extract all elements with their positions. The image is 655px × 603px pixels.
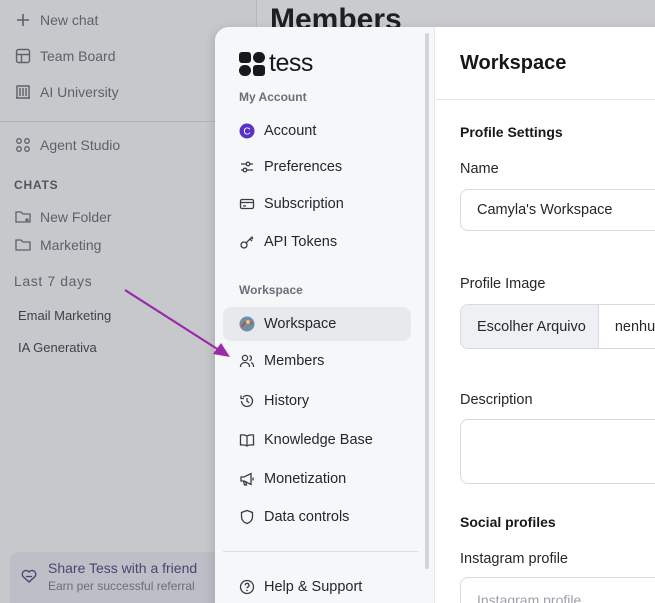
chat-item-ia-generativa[interactable]: IA Generativa [18, 340, 97, 355]
nav-item-label: Account [264, 123, 317, 139]
nav-item-members[interactable]: Members [223, 344, 411, 378]
name-input[interactable]: Camyla's Workspace [460, 189, 655, 231]
team-board-label: Team Board [40, 48, 116, 64]
nav-item-data-controls[interactable]: Data controls [223, 500, 411, 534]
nav-item-label: Data controls [264, 509, 350, 525]
sliders-icon [239, 159, 255, 175]
users-icon [239, 353, 255, 369]
folder-marketing-label: Marketing [40, 237, 102, 253]
nav-item-help-support[interactable]: Help & Support [223, 570, 411, 603]
instagram-input[interactable]: Instagram profile [460, 577, 655, 603]
my-account-caption: My Account [239, 90, 307, 104]
nav-item-api-tokens[interactable]: API Tokens [223, 225, 411, 259]
nav-item-subscription[interactable]: Subscription [223, 187, 411, 221]
ai-university-label: AI University [40, 84, 119, 100]
nav-item-monetization[interactable]: Monetization [223, 462, 411, 496]
tess-logo: tess [239, 49, 313, 78]
svg-text:C: C [243, 127, 250, 138]
nav-item-label: API Tokens [264, 234, 338, 250]
share-subtitle: Earn per successful referral [48, 579, 195, 593]
folder-plus-icon [15, 211, 31, 223]
last-7-days-caption: Last 7 days [14, 273, 93, 289]
choose-file-button[interactable]: Escolher Arquivo [461, 305, 599, 348]
heart-share-icon [21, 569, 37, 583]
name-label: Name [460, 161, 499, 177]
agent-studio-link[interactable]: Agent Studio [14, 136, 120, 154]
megaphone-icon [239, 471, 255, 487]
plus-icon [17, 14, 29, 26]
description-label: Description [460, 392, 533, 408]
nav-item-workspace[interactable]: Workspace [223, 307, 411, 341]
new-folder-label: New Folder [40, 209, 112, 225]
history-icon [239, 393, 255, 409]
university-icon [16, 85, 30, 99]
grid-icon [16, 138, 30, 152]
new-folder-button[interactable]: New Folder [14, 208, 112, 226]
file-name-text: nenhu [614, 318, 655, 335]
workspace-caption: Workspace [239, 283, 303, 297]
shield-icon [239, 509, 255, 525]
chat-item-email-marketing[interactable]: Email Marketing [18, 308, 111, 323]
nav-item-label: Monetization [264, 471, 347, 487]
nav-item-label: Knowledge Base [264, 432, 373, 448]
workspace-avatar-icon [239, 316, 255, 332]
nav-scrollbar[interactable] [425, 33, 429, 569]
profile-settings-heading: Profile Settings [460, 124, 563, 140]
profile-image-file-input[interactable]: Escolher Arquivo nenhu [460, 304, 655, 349]
nav-item-preferences[interactable]: Preferences [223, 150, 411, 184]
nav-item-label: Preferences [264, 159, 343, 175]
share-title: Share Tess with a friend [48, 560, 198, 576]
account-avatar-icon: C [239, 123, 255, 139]
team-board-link[interactable]: Team Board [14, 47, 115, 65]
book-icon [239, 432, 255, 448]
new-chat-label: New chat [40, 12, 99, 28]
board-icon [15, 48, 31, 64]
new-chat-button[interactable]: New chat [14, 11, 98, 29]
tess-logo-text: tess [269, 49, 313, 77]
nav-item-label: Workspace [264, 316, 337, 332]
instagram-label: Instagram profile [460, 551, 568, 567]
ai-university-link[interactable]: AI University [14, 83, 119, 101]
content-title: Workspace [460, 52, 567, 74]
description-textarea[interactable] [460, 419, 655, 484]
content-divider [436, 99, 655, 100]
tess-logo-icon [239, 51, 265, 76]
nav-item-history[interactable]: History [223, 384, 411, 418]
nav-item-label: Members [264, 353, 325, 369]
nav-item-label: Help & Support [264, 579, 363, 595]
settings-nav: tess My Account C Account Preferences Su… [215, 27, 435, 603]
nav-divider [223, 551, 419, 552]
chats-caption: CHATS [14, 178, 59, 192]
name-input-value: Camyla's Workspace [477, 202, 613, 218]
help-circle-icon [239, 579, 255, 595]
credit-card-icon [239, 196, 255, 212]
nav-item-account[interactable]: C Account [223, 114, 411, 148]
folder-marketing[interactable]: Marketing [14, 236, 101, 254]
key-icon [239, 234, 255, 250]
nav-item-label: History [264, 393, 310, 409]
social-profiles-heading: Social profiles [460, 514, 556, 530]
workspace-settings-panel: Workspace Profile Settings Name Camyla's… [436, 27, 655, 603]
nav-item-label: Subscription [264, 196, 344, 212]
nav-item-knowledge-base[interactable]: Knowledge Base [223, 423, 411, 457]
folder-icon [15, 239, 31, 251]
agent-studio-label: Agent Studio [40, 137, 121, 153]
settings-modal: tess My Account C Account Preferences Su… [215, 27, 655, 603]
profile-image-label: Profile Image [460, 276, 546, 292]
